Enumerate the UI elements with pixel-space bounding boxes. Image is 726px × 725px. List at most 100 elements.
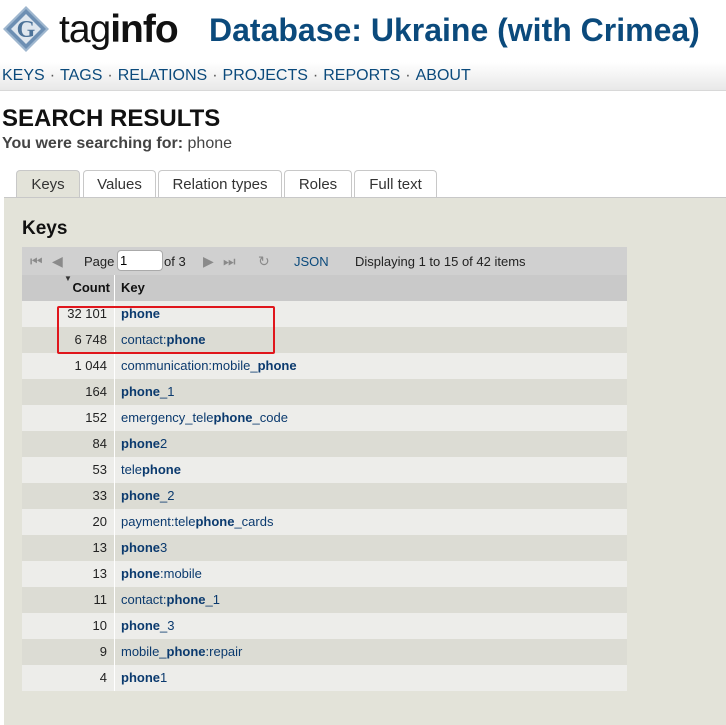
row-count: 164 (22, 379, 115, 405)
row-key-link[interactable]: communication:mobile_phone (121, 353, 297, 379)
key-text: 2 (160, 436, 168, 451)
row-count: 11 (22, 587, 115, 613)
brand-info: info (110, 8, 178, 51)
row-key-link[interactable]: phone2 (121, 431, 167, 457)
nav-item-about[interactable]: ABOUT (416, 67, 471, 84)
table-header: ▼ Count Key (22, 274, 627, 301)
last-page-icon[interactable]: ⏭ (223, 253, 236, 269)
nav-separator: · (405, 67, 411, 84)
highlight-box (57, 306, 275, 354)
search-query-line: You were searching for: phone (2, 135, 232, 153)
key-match: phone (166, 644, 206, 659)
row-key-link[interactable]: contact:phone_1 (121, 587, 220, 613)
row-count: 13 (22, 561, 115, 587)
database-title: Database: Ukraine (with Crimea) (209, 12, 700, 48)
key-text: _cards (234, 514, 274, 529)
key-text: payment:tele (121, 514, 196, 529)
next-page-icon[interactable]: ▶ (203, 253, 214, 269)
table-body: 32 101 phone 6 748 contact:phone 1 044 commun… (22, 301, 627, 691)
key-match: phone (121, 384, 160, 399)
table-row: 53 telephone (22, 457, 627, 483)
row-count: 4 (22, 665, 115, 691)
page-input[interactable] (117, 250, 163, 271)
column-header-key[interactable]: Key (121, 275, 145, 301)
nav-item-reports[interactable]: REPORTS (323, 67, 400, 84)
prev-page-icon[interactable]: ◀ (52, 253, 63, 269)
row-key-link[interactable]: phone:mobile (121, 561, 202, 587)
taginfo-logo-icon[interactable]: G (2, 5, 50, 53)
key-text: _code (252, 410, 288, 425)
search-query-value: phone (187, 135, 233, 152)
nav-item-tags[interactable]: TAGS (60, 67, 102, 84)
nav-separator: · (312, 67, 319, 84)
row-key-link[interactable]: payment:telephone_cards (121, 509, 273, 535)
page-label: Page (84, 254, 115, 269)
tab-relation-types[interactable]: Relation types (158, 170, 282, 198)
row-key-link[interactable]: phone_1 (121, 379, 174, 405)
table-row: 4 phone1 (22, 665, 627, 691)
tab-full-text[interactable]: Full text (354, 170, 437, 198)
row-count: 152 (22, 405, 115, 431)
table-row: 1 044 communication:mobile_phone (22, 353, 627, 379)
key-match: phone (121, 566, 160, 581)
panel-title: Keys (22, 218, 68, 239)
row-count: 53 (22, 457, 115, 483)
row-count: 33 (22, 483, 115, 509)
brand-name[interactable]: taginfo (59, 6, 179, 54)
row-count: 1 044 (22, 353, 115, 379)
key-text: _3 (160, 618, 175, 633)
key-match: phone (121, 488, 160, 503)
json-link[interactable]: JSON (294, 254, 329, 269)
row-count: 84 (22, 431, 115, 457)
sort-desc-icon: ▼ (64, 274, 72, 283)
key-match: phone (141, 462, 181, 477)
key-text: 3 (160, 540, 168, 555)
key-text: _2 (160, 488, 175, 503)
row-key-link[interactable]: phone1 (121, 665, 167, 691)
table-row: 11 contact:phone_1 (22, 587, 627, 613)
row-key-link[interactable]: emergency_telephone_code (121, 405, 288, 431)
key-match: phone (166, 592, 206, 607)
page-title: SEARCH RESULTS (2, 105, 221, 132)
row-key-link[interactable]: mobile_phone:repair (121, 639, 242, 665)
grid-toolbar: ⏮ ◀ Page of 3 ▶ ⏭ ↻ JSON Displaying 1 to… (22, 247, 627, 275)
key-match: phone (121, 670, 160, 685)
table-row: 84 phone2 (22, 431, 627, 457)
key-match: phone (121, 436, 160, 451)
nav-item-keys[interactable]: KEYS (2, 67, 45, 84)
svg-text:G: G (17, 17, 36, 43)
header: G taginfo Database: Ukraine (with Crimea… (0, 0, 726, 62)
refresh-icon[interactable]: ↻ (258, 253, 270, 269)
key-text: :repair (205, 644, 243, 659)
key-text: 1 (160, 670, 168, 685)
first-page-icon[interactable]: ⏮ (30, 253, 43, 269)
row-count: 10 (22, 613, 115, 639)
tab-roles[interactable]: Roles (284, 170, 352, 198)
key-text: tele (121, 462, 142, 477)
row-count: 20 (22, 509, 115, 535)
key-text: mobile_ (121, 644, 167, 659)
tab-keys[interactable]: Keys (16, 170, 80, 199)
row-key-link[interactable]: phone3 (121, 535, 167, 561)
row-key-link[interactable]: phone_2 (121, 483, 174, 509)
main-nav: KEYS · TAGS · RELATIONS · PROJECTS · REPORTS · ABO… (0, 62, 726, 91)
row-key-link[interactable]: telephone (121, 457, 181, 483)
nav-items: KEYS · TAGS · RELATIONS · PROJECTS · REPORTS · ABO… (2, 67, 471, 85)
row-key-link[interactable]: phone_3 (121, 613, 174, 639)
column-header-count[interactable]: ▼ Count (22, 274, 115, 301)
nav-item-relations[interactable]: RELATIONS (118, 67, 208, 84)
display-status: Displaying 1 to 15 of 42 items (355, 254, 526, 269)
nav-separator: · (212, 67, 218, 84)
nav-item-projects[interactable]: PROJECTS (223, 67, 308, 84)
key-text: emergency_tele (121, 410, 214, 425)
tab-values[interactable]: Values (83, 170, 156, 198)
nav-separator: · (107, 67, 113, 84)
table-row: 152 emergency_telephone_code (22, 405, 627, 431)
keys-panel: Keys ⏮ ◀ Page of 3 ▶ ⏭ ↻ JSON Displaying… (4, 197, 726, 725)
key-text: _1 (160, 384, 175, 399)
row-count: 13 (22, 535, 115, 561)
table-row: 164 phone_1 (22, 379, 627, 405)
table-row: 13 phone:mobile (22, 561, 627, 587)
key-match: phone (213, 410, 253, 425)
table-row: 33 phone_2 (22, 483, 627, 509)
